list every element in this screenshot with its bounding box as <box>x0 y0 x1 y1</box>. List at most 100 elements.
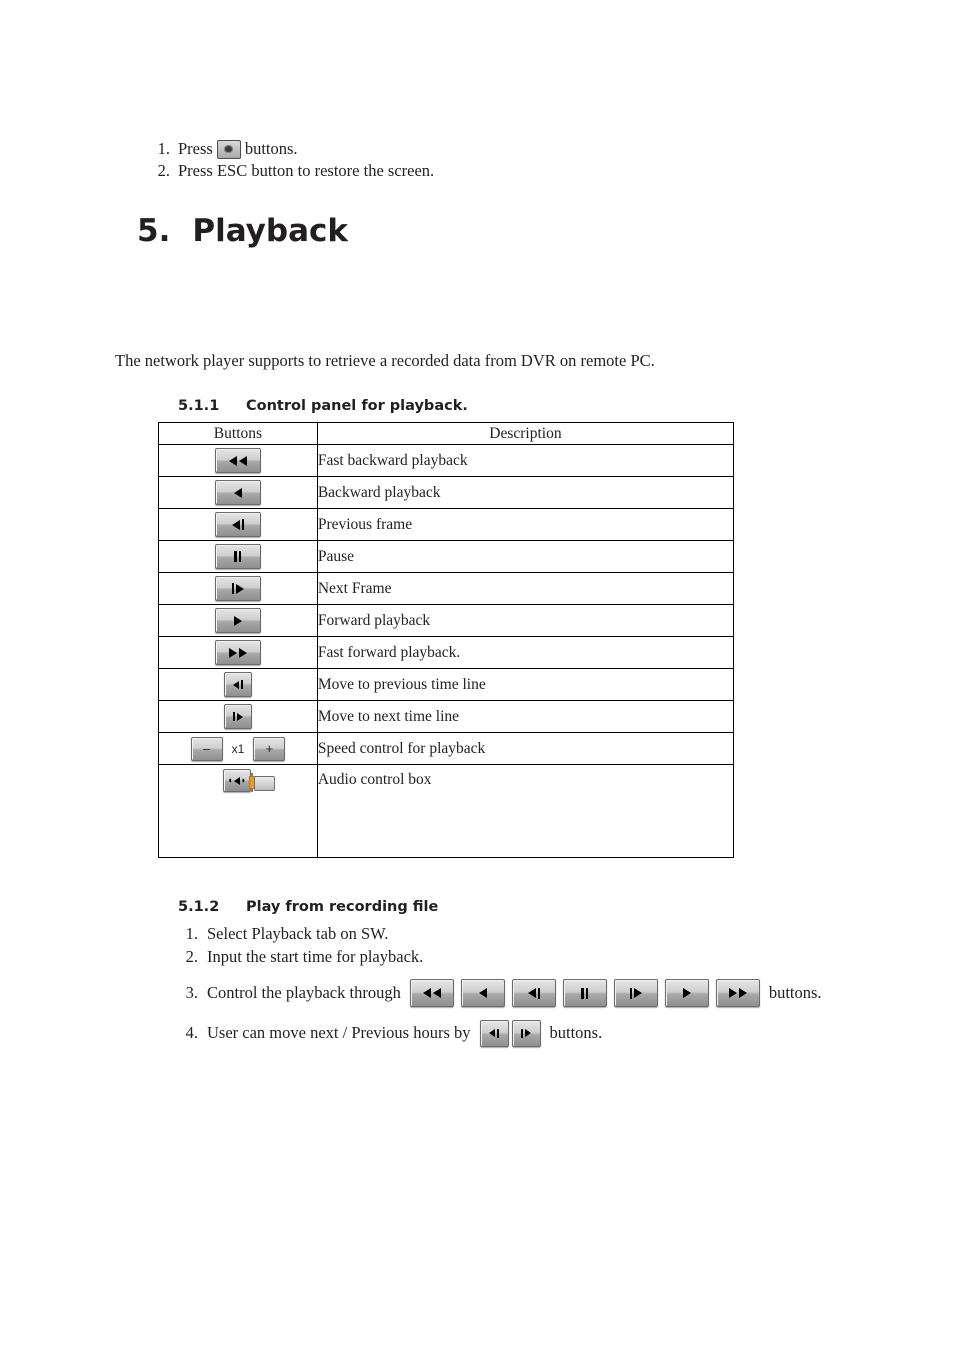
table-cell-description: Speed control for playback <box>316 732 735 765</box>
table-cell-description: Backward playback <box>316 476 735 509</box>
table-cell-button: ◖ ◗ <box>158 764 318 858</box>
speed-increase-label: + <box>265 741 274 756</box>
list-item-text: Select Playback tab on SW. <box>207 923 389 943</box>
page-title-text: Playback <box>192 213 348 249</box>
speaker-icon[interactable]: ◖ ◗ <box>222 769 251 792</box>
table-row: Move to previous time line <box>158 668 735 701</box>
list-item-number: 4. <box>185 1023 198 1042</box>
table-cell-description: Move to previous time line <box>316 668 735 701</box>
table-cell-description: Pause <box>316 540 735 573</box>
table-row: Backward playback <box>158 476 735 509</box>
forward-play-icon[interactable] <box>214 608 261 633</box>
table-cell-button <box>158 476 318 509</box>
section-heading-512: 5.1.2 Play from recording file <box>178 899 438 915</box>
list-item-text: Press ESC button to restore the screen. <box>178 161 435 180</box>
list-item: 1. Press buttons. <box>140 138 840 160</box>
table-row: – x1 + Speed control for playback <box>158 732 735 765</box>
table-cell-description: Audio control box <box>316 764 735 858</box>
list-item-number: 2. <box>185 946 198 966</box>
table-row: ◖ ◗ Audio control box <box>158 764 735 858</box>
list-item: 3. Control the playback through buttons. <box>172 976 932 1010</box>
speed-control-group: – x1 + <box>159 736 317 761</box>
list-item-text-after: buttons. <box>244 139 298 158</box>
intro-paragraph: The network player supports to retrieve … <box>115 351 655 370</box>
volume-slider-thumb[interactable] <box>253 775 275 791</box>
next-frame-icon[interactable] <box>613 979 658 1007</box>
list-item-number: 3. <box>185 983 198 1002</box>
forward-play-icon[interactable] <box>664 979 709 1007</box>
table-cell-button <box>158 572 318 605</box>
fast-forward-icon[interactable] <box>214 640 261 665</box>
table-row: Pause <box>158 540 735 573</box>
pause-icon[interactable] <box>214 544 261 569</box>
list-item-text-after: buttons. <box>768 983 822 1002</box>
table-cell-button <box>158 636 318 669</box>
previous-timeline-icon[interactable] <box>223 672 252 697</box>
volume-slider[interactable] <box>248 772 275 792</box>
table-row: Fast backward playback <box>158 444 735 477</box>
table-cell-description: Next Frame <box>316 572 735 605</box>
table-row: Previous frame <box>158 508 735 541</box>
list-item: 4. User can move next / Previous hours b… <box>172 1016 932 1050</box>
steps-list: 1. Select Playback tab on SW. 2. Input t… <box>172 922 932 1050</box>
list-item: 1. Select Playback tab on SW. <box>172 922 932 945</box>
pause-icon[interactable] <box>562 979 607 1007</box>
list-item-number: 2. <box>157 161 170 180</box>
next-frame-icon[interactable] <box>214 576 261 601</box>
table-cell-button <box>158 540 318 573</box>
list-item-text-before: User can move next / Previous hours by <box>207 1023 471 1042</box>
backward-play-icon[interactable] <box>460 979 505 1007</box>
table-header-row: Buttons Description <box>158 422 735 445</box>
table-cell-button <box>158 700 318 733</box>
list-item-text-after: buttons. <box>549 1023 603 1042</box>
column-header-description: Description <box>316 422 735 445</box>
list-item-number: 1. <box>185 923 198 943</box>
table-cell-button <box>158 604 318 637</box>
timeline-button-row <box>479 1019 541 1047</box>
camera-icon <box>216 139 241 159</box>
section-title: Control panel for playback. <box>246 398 468 414</box>
section-heading-511: 5.1.1 Control panel for playback. <box>178 398 468 414</box>
table-cell-button: – x1 + <box>158 732 318 765</box>
table-row: Fast forward playback. <box>158 636 735 669</box>
list-item-text-before: Control the playback through <box>207 983 401 1002</box>
control-panel-table: Buttons Description Fast backward playba… <box>158 422 735 858</box>
table-cell-button <box>158 668 318 701</box>
list-item-text: Input the start time for playback. <box>207 946 424 966</box>
speed-increase-button[interactable]: + <box>253 736 286 761</box>
table-cell-description: Fast backward playback <box>316 444 735 477</box>
page-title: 5. Playback <box>137 213 348 249</box>
list-item-number: 1. <box>157 139 170 158</box>
column-header-buttons: Buttons <box>158 422 318 445</box>
backward-play-icon[interactable] <box>214 480 261 505</box>
previous-timeline-icon[interactable] <box>479 1019 509 1047</box>
previous-frame-icon[interactable] <box>511 979 556 1007</box>
list-item-text-before: Press <box>178 139 213 158</box>
page-title-number: 5. <box>137 213 171 249</box>
audio-control-box: ◖ ◗ <box>222 769 275 792</box>
list-item: 2. Press ESC button to restore the scree… <box>140 160 840 182</box>
table-row: Forward playback <box>158 604 735 637</box>
playback-button-row <box>409 979 760 1007</box>
next-timeline-icon[interactable] <box>223 704 252 729</box>
document-page: 1. Press buttons. 2. Press ESC button to… <box>0 0 954 1350</box>
speed-decrease-button[interactable]: – <box>190 736 223 761</box>
fast-forward-icon[interactable] <box>715 979 760 1007</box>
previous-frame-icon[interactable] <box>214 512 261 537</box>
table-cell-description: Move to next time line <box>316 700 735 733</box>
speed-decrease-label: – <box>202 741 211 756</box>
fast-backward-icon[interactable] <box>214 448 261 473</box>
table-cell-button <box>158 444 318 477</box>
table-cell-description: Fast forward playback. <box>316 636 735 669</box>
intro-ordered-list: 1. Press buttons. 2. Press ESC button to… <box>140 138 840 182</box>
speed-value-label: x1 <box>231 741 245 756</box>
list-item: 2. Input the start time for playback. <box>172 945 932 968</box>
table-row: Next Frame <box>158 572 735 605</box>
table-cell-button <box>158 508 318 541</box>
table-row: Move to next time line <box>158 700 735 733</box>
next-timeline-icon[interactable] <box>511 1019 541 1047</box>
section-title: Play from recording file <box>246 899 439 915</box>
fast-backward-icon[interactable] <box>409 979 454 1007</box>
table-cell-description: Previous frame <box>316 508 735 541</box>
section-number: 5.1.2 <box>178 899 220 915</box>
